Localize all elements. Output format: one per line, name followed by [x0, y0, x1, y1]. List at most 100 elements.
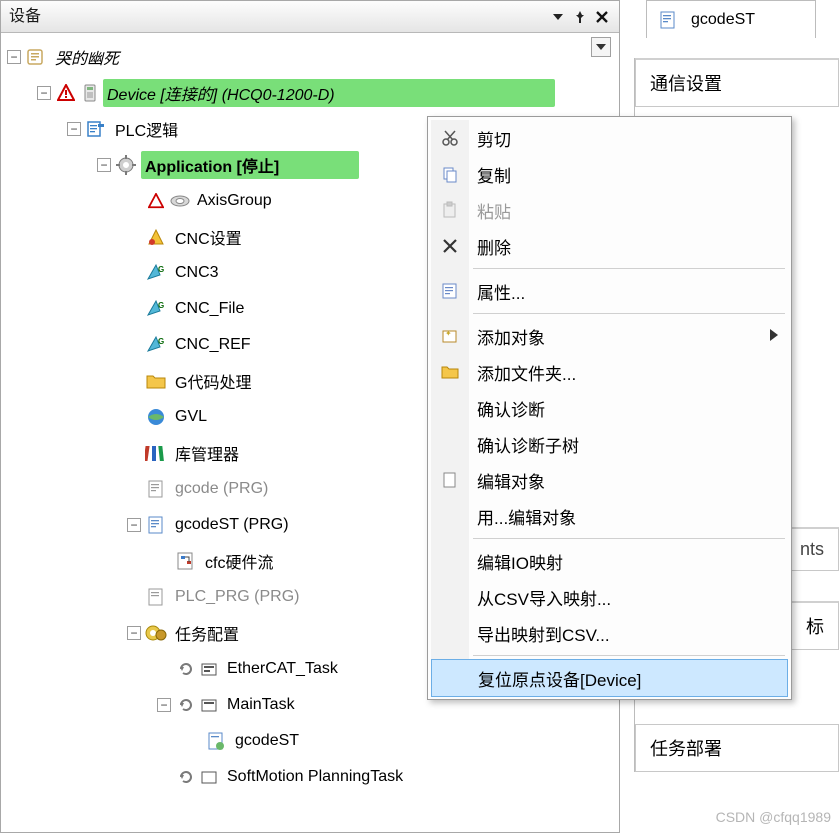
device-label: Device [连接的] (HCQ0-1200-D) [103, 79, 555, 107]
cfc-hardware-label: cfc硬件流 [201, 547, 277, 575]
cnc-icon: G [145, 298, 167, 320]
collapse-icon[interactable]: − [67, 122, 81, 136]
gvl-icon [145, 406, 167, 428]
svg-text:G: G [158, 301, 164, 310]
ctx-edit-object-label: 编辑对象 [477, 468, 545, 493]
ctx-export-csv[interactable]: 导出映射到CSV... [431, 615, 788, 651]
ctx-add-folder-label: 添加文件夹... [477, 360, 576, 385]
section-label: 通信设置 [650, 74, 722, 94]
prg-icon [145, 514, 167, 536]
cut-icon [437, 125, 463, 151]
application-icon [115, 154, 137, 176]
collapse-icon[interactable]: − [157, 698, 171, 712]
pin-icon[interactable] [569, 6, 591, 28]
cfc-icon [175, 550, 197, 572]
refresh-icon [175, 766, 197, 788]
axisgroup-label: AxisGroup [193, 190, 276, 212]
editor-tab-label: gcodeST [691, 11, 755, 29]
axisgroup-icon [169, 190, 191, 212]
plc-prg-label: PLC_PRG (PRG) [171, 586, 303, 608]
separator [473, 655, 785, 656]
separator [473, 538, 785, 539]
svg-text:G: G [158, 337, 164, 346]
ctx-export-csv-label: 导出映射到CSV... [477, 621, 610, 646]
project-root[interactable]: − 哭的幽死 [7, 39, 619, 75]
copy-icon [437, 161, 463, 187]
tree-dropdown-button[interactable] [591, 37, 611, 57]
gcodest-ref-node[interactable]: gcodeST [187, 723, 619, 759]
plc-logic-icon [85, 118, 107, 140]
delete-icon [437, 233, 463, 259]
separator [473, 268, 785, 269]
gcode-processing-label: G代码处理 [171, 367, 255, 395]
warning-icon [145, 190, 167, 212]
ctx-cut[interactable]: 剪切 [431, 120, 788, 156]
separator [473, 313, 785, 314]
task-icon [199, 658, 221, 680]
ctx-cut-label: 剪切 [477, 126, 511, 151]
cnc-settings-label: CNC设置 [171, 223, 246, 251]
ctx-copy[interactable]: 复制 [431, 156, 788, 192]
section-task-deploy[interactable]: 任务部署 [635, 724, 839, 772]
ctx-delete[interactable]: 删除 [431, 228, 788, 264]
maintask-label: MainTask [223, 694, 299, 716]
project-icon [25, 46, 47, 68]
task-icon [199, 766, 221, 788]
library-manager-label: 库管理器 [171, 439, 243, 467]
ctx-confirm-diag-sub[interactable]: 确认诊断子树 [431, 426, 788, 462]
collapse-icon[interactable]: − [7, 50, 21, 64]
collapse-icon[interactable]: − [127, 626, 141, 640]
project-root-label: 哭的幽死 [51, 43, 123, 71]
ctx-copy-label: 复制 [477, 162, 511, 187]
plc-logic-label: PLC逻辑 [111, 115, 182, 143]
ctx-add-object-label: 添加对象 [477, 324, 545, 349]
gvl-label: GVL [171, 406, 211, 428]
softmotion-planning-label: SoftMotion PlanningTask [223, 766, 407, 788]
refresh-icon [175, 694, 197, 716]
svg-text:✦: ✦ [445, 329, 452, 338]
prg-icon [145, 478, 167, 500]
device-node[interactable]: − Device [连接的] (HCQ0-1200-D) [37, 75, 619, 111]
ctx-properties[interactable]: 属性... [431, 273, 788, 309]
editor-tab[interactable]: gcodeST [646, 0, 816, 38]
ctx-edit-object[interactable]: 编辑对象 [431, 462, 788, 498]
application-label: Application [停止] [141, 151, 359, 179]
cnc-file-label: CNC_File [171, 298, 248, 320]
submenu-arrow-icon [770, 326, 778, 346]
edit-icon [437, 467, 463, 493]
task-config-label: 任务配置 [171, 619, 243, 647]
collapse-icon[interactable]: − [37, 86, 51, 100]
ctx-confirm-diag-sub-label: 确认诊断子树 [477, 432, 579, 457]
cnc3-label: CNC3 [171, 262, 223, 284]
panel-dropdown-button[interactable] [547, 6, 569, 28]
warning-icon [55, 82, 77, 104]
section-communication-settings[interactable]: 通信设置 [635, 58, 839, 107]
ctx-add-object[interactable]: ✦ 添加对象 [431, 318, 788, 354]
ctx-add-folder[interactable]: 添加文件夹... [431, 354, 788, 390]
ctx-reset-origin-label: 复位原点设备[Device] [478, 666, 641, 691]
collapse-icon[interactable]: − [127, 518, 141, 532]
collapse-icon[interactable]: − [97, 158, 111, 172]
ctx-edit-io[interactable]: 编辑IO映射 [431, 543, 788, 579]
close-icon[interactable] [591, 6, 613, 28]
prg-icon [145, 586, 167, 608]
ctx-import-csv[interactable]: 从CSV导入映射... [431, 579, 788, 615]
library-icon [145, 442, 167, 464]
ctx-paste: 粘贴 [431, 192, 788, 228]
gcode-prg-label: gcode (PRG) [171, 478, 272, 500]
cnc-icon: G [145, 262, 167, 284]
ctx-reset-origin-device[interactable]: 复位原点设备[Device] [431, 659, 788, 697]
task-icon [199, 694, 221, 716]
watermark: CSDN @cfqq1989 [716, 809, 831, 825]
ctx-confirm-diag[interactable]: 确认诊断 [431, 390, 788, 426]
softmotion-planning-node[interactable]: SoftMotion PlanningTask [157, 759, 619, 795]
ctx-properties-label: 属性... [477, 279, 525, 304]
ctx-confirm-diag-label: 确认诊断 [477, 396, 545, 421]
ctx-import-csv-label: 从CSV导入映射... [477, 585, 611, 610]
panel-title: 设备 [9, 2, 547, 32]
add-object-icon: ✦ [437, 323, 463, 349]
panel-header: 设备 [1, 1, 619, 33]
ethercat-task-label: EtherCAT_Task [223, 658, 342, 680]
ctx-edit-with[interactable]: 用...编辑对象 [431, 498, 788, 534]
task-deploy-label: 任务部署 [650, 739, 722, 759]
